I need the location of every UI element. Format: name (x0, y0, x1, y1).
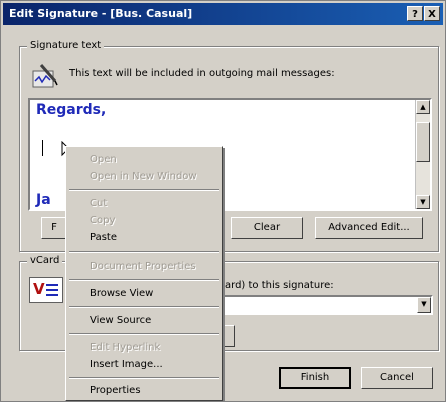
menu-item-cut[interactable]: Cut (90, 198, 107, 209)
menu-item-properties[interactable]: Properties (90, 385, 141, 396)
menu-separator (69, 306, 219, 308)
scroll-down-icon[interactable]: ▼ (416, 195, 430, 209)
finish-button[interactable]: Finish (279, 367, 351, 389)
cancel-button[interactable]: Cancel (361, 367, 433, 389)
scroll-thumb[interactable] (416, 122, 430, 162)
menu-item-paste[interactable]: Paste (90, 232, 117, 243)
editor-text-line-3: Ja (36, 192, 51, 208)
title-bar[interactable]: Edit Signature - [Bus. Casual] ? X (3, 3, 443, 25)
help-button[interactable]: ? (407, 6, 423, 21)
menu-separator (69, 377, 219, 379)
menu-item-open-new-window[interactable]: Open in New Window (90, 171, 197, 182)
vcard-edit-button-edge[interactable] (223, 325, 235, 347)
menu-separator (69, 189, 219, 191)
edit-signature-dialog: Edit Signature - [Bus. Casual] ? X Signa… (0, 0, 446, 402)
menu-item-open[interactable]: Open (90, 154, 117, 165)
clear-button[interactable]: Clear (231, 217, 303, 239)
close-button[interactable]: X (424, 6, 440, 21)
chevron-down-icon[interactable]: ▼ (417, 297, 431, 313)
advanced-edit-button[interactable]: Advanced Edit... (315, 217, 423, 239)
menu-item-browse-view[interactable]: Browse View (90, 288, 153, 299)
editor-scrollbar[interactable]: ▲ ▼ (415, 100, 430, 209)
menu-separator (69, 279, 219, 281)
vcard-icon-letter: V (33, 280, 45, 298)
scroll-up-icon[interactable]: ▲ (416, 100, 430, 114)
vcard-select[interactable]: ▼ (223, 295, 433, 315)
menu-item-view-source[interactable]: View Source (90, 315, 151, 326)
text-cursor (42, 140, 43, 156)
signature-group-label: Signature text (27, 40, 105, 51)
menu-separator (69, 333, 219, 335)
menu-item-edit-hyperlink[interactable]: Edit Hyperlink (90, 342, 160, 353)
editor-text-line-1: Regards, (36, 102, 107, 118)
menu-separator (69, 251, 219, 253)
menu-item-document-properties[interactable]: Document Properties (90, 261, 196, 272)
vcard-group-label: vCard (27, 255, 63, 266)
signature-pen-icon (31, 61, 59, 91)
vcard-attach-text: ard) to this signature: (225, 280, 334, 291)
signature-info-text: This text will be included in outgoing m… (69, 68, 335, 79)
menu-item-insert-image[interactable]: Insert Image... (90, 359, 163, 370)
window-title: Edit Signature - [Bus. Casual] (9, 7, 193, 20)
menu-item-copy[interactable]: Copy (90, 215, 115, 226)
context-menu: Open Open in New Window Cut Copy Paste D… (65, 146, 223, 401)
signature-left-button[interactable]: F (41, 217, 67, 239)
vcard-icon: V (29, 277, 63, 303)
